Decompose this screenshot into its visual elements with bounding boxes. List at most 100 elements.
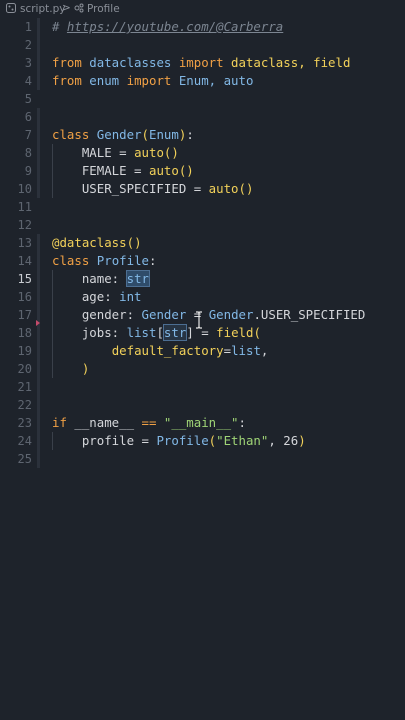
paren: ( xyxy=(253,325,261,340)
function-call: auto xyxy=(148,163,179,178)
line-number: 19 xyxy=(17,344,32,358)
keyword: if xyxy=(52,415,67,430)
function-call: auto xyxy=(208,181,239,196)
line-number: 9 xyxy=(24,164,32,178)
keyword: from xyxy=(52,55,82,70)
line-number: 7 xyxy=(24,128,32,142)
type-annotation-highlight: str xyxy=(162,324,188,341)
code-line-7[interactable]: class Gender(Enum): xyxy=(52,126,194,144)
type-annotation: Gender xyxy=(141,307,187,322)
line-number-current: 15 xyxy=(17,272,32,286)
line-number: 8 xyxy=(24,146,32,160)
line-number: 2 xyxy=(24,38,32,52)
code-line-13[interactable]: @dataclass() xyxy=(52,234,142,252)
type-annotation-selected[interactable]: str xyxy=(125,270,151,287)
decorator: @dataclass xyxy=(52,235,127,250)
base-class: Enum xyxy=(149,127,179,142)
line-number: 21 xyxy=(17,380,32,394)
paren: ( xyxy=(141,127,149,142)
code-line-19[interactable]: default_factory=list, xyxy=(52,342,269,360)
function-call: auto xyxy=(134,145,164,160)
module-name: dataclasses xyxy=(81,55,179,70)
comment-link[interactable]: https://youtube.com/@Carberra xyxy=(67,19,283,34)
code-line-4[interactable]: from enum import Enum, auto xyxy=(52,72,253,90)
field-name: gender: xyxy=(52,307,142,322)
line-number: 3 xyxy=(24,56,32,70)
field-name: age: xyxy=(52,289,120,304)
import-names: dataclass, field xyxy=(223,55,351,70)
assignment: profile = xyxy=(52,433,157,448)
code-line-15[interactable]: name: str xyxy=(52,270,151,288)
paren: () xyxy=(238,181,254,196)
code-editor[interactable]: 1 2 3 4 5 6 7 8 9 10 11 12 13 14 15 16 1… xyxy=(0,18,405,720)
line-number: 6 xyxy=(24,110,32,124)
line-number: 5 xyxy=(24,92,32,106)
class-ref: Profile xyxy=(156,433,209,448)
code-line-1[interactable]: # https://youtube.com/@Carberra xyxy=(52,18,283,36)
code-line-23[interactable]: if __name__ == "__main__": xyxy=(52,414,246,432)
string-literal: "__main__" xyxy=(163,415,239,430)
code-line-16[interactable]: age: int xyxy=(52,288,142,306)
paren: ( xyxy=(208,433,217,448)
line-number: 12 xyxy=(17,218,32,232)
colon: : xyxy=(186,127,194,142)
type-annotation: int xyxy=(119,289,142,304)
keyword: import xyxy=(178,55,224,70)
code-line-17[interactable]: gender: Gender = Gender.USER_SPECIFIED xyxy=(52,306,366,324)
code-line-8[interactable]: MALE = auto() xyxy=(52,144,179,162)
code-line-9[interactable]: FEMALE = auto() xyxy=(52,162,194,180)
type-annotation: list xyxy=(126,325,157,340)
line-number: 4 xyxy=(24,74,32,88)
enum-member: MALE = xyxy=(52,145,135,160)
colon: : xyxy=(149,253,157,268)
code-line-20[interactable]: ) xyxy=(52,360,89,378)
python-file-icon xyxy=(6,3,16,13)
enum-member: FEMALE = xyxy=(52,163,149,178)
operator: = xyxy=(223,343,232,358)
string-literal: "Ethan" xyxy=(216,433,269,448)
breadcrumb-file[interactable]: script.py xyxy=(20,3,65,15)
code-line-10[interactable]: USER_SPECIFIED = auto() xyxy=(52,180,254,198)
keyword: import xyxy=(126,73,172,88)
line-number: 18 xyxy=(17,326,32,340)
line-number: 22 xyxy=(17,398,32,412)
code-line-3[interactable]: from dataclasses import dataclass, field xyxy=(52,54,350,72)
code-line-24[interactable]: profile = Profile("Ethan", 26) xyxy=(52,432,306,450)
enum-member-ref: .USER_SPECIFIED xyxy=(253,307,366,322)
code-line-18[interactable]: jobs: list[str] = field( xyxy=(52,324,261,342)
paren: ) xyxy=(81,361,90,376)
line-number: 25 xyxy=(17,452,32,466)
line-number: 10 xyxy=(17,182,32,196)
import-names: Enum, auto xyxy=(171,73,254,88)
class-ref: Gender xyxy=(208,307,254,322)
breadcrumb-separator: > xyxy=(62,2,71,14)
bracket: [ xyxy=(156,325,164,340)
line-number: 23 xyxy=(17,416,32,430)
class-symbol-icon xyxy=(74,3,84,13)
keyword-argument: default_factory xyxy=(111,343,224,358)
text-cursor-icon xyxy=(196,311,202,329)
field-name: jobs: xyxy=(52,325,127,340)
number-literal: , 26 xyxy=(268,433,299,448)
breadcrumb-symbol[interactable]: Profile xyxy=(87,3,120,15)
colon: : xyxy=(238,415,246,430)
keyword: class xyxy=(52,253,90,268)
argument-value: list xyxy=(231,343,261,358)
function-call: field xyxy=(216,325,254,340)
comment-hash: # xyxy=(52,19,67,34)
line-number: 1 xyxy=(24,20,32,34)
field-name: name: xyxy=(52,271,127,286)
line-number: 16 xyxy=(17,290,32,304)
paren: () xyxy=(126,235,142,250)
code-line-14[interactable]: class Profile: xyxy=(52,252,156,270)
class-name: Gender xyxy=(89,127,142,142)
line-number: 11 xyxy=(17,200,32,214)
paren: () xyxy=(163,145,179,160)
comma: , xyxy=(260,343,269,358)
paren: () xyxy=(178,163,194,178)
line-number: 24 xyxy=(17,434,32,448)
enum-member: USER_SPECIFIED = xyxy=(52,181,209,196)
